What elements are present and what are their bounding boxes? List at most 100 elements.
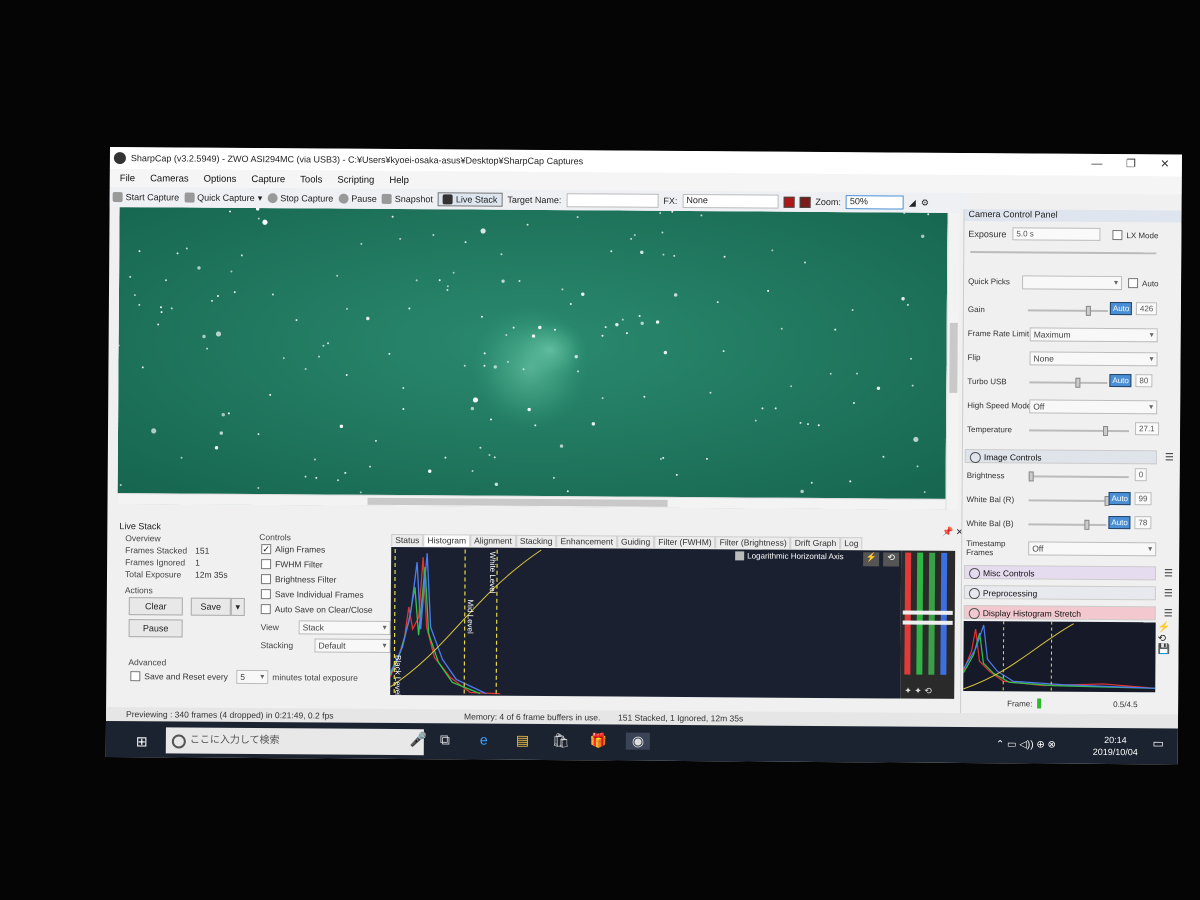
save-individual-check[interactable] [260, 589, 271, 600]
windows-start-icon[interactable]: ⊞ [136, 733, 148, 750]
menu-cameras[interactable]: Cameras [150, 173, 189, 184]
color-controls-icon[interactable]: ✦ ✦ ⟲ [904, 686, 932, 697]
tab-filter-brightness[interactable]: Filter (Brightness) [715, 536, 791, 549]
store-icon[interactable]: 🛍 [552, 732, 570, 749]
tab-stacking[interactable]: Stacking [515, 534, 557, 548]
image-controls-menu-icon[interactable]: ☰ [1165, 451, 1174, 465]
brightness-filter-check[interactable] [260, 574, 272, 585]
camera-preview-image[interactable] [117, 207, 948, 510]
white-bal-r-slider[interactable] [1028, 495, 1110, 506]
quick-picks-select[interactable] [1022, 275, 1123, 291]
flip-select[interactable]: None [1029, 351, 1158, 367]
tab-guiding[interactable]: Guiding [616, 535, 655, 548]
minimize-button[interactable]: — [1080, 156, 1114, 172]
pause-stack-button[interactable]: Pause [128, 619, 183, 638]
tab-alignment[interactable]: Alignment [470, 534, 516, 547]
tab-status[interactable]: Status [391, 533, 424, 547]
save-dropdown-icon[interactable]: ▾ [230, 597, 245, 616]
log-axis-checkbox[interactable]: Logarithmic Horizontal Axis [735, 551, 844, 561]
gain-slider[interactable] [1027, 305, 1108, 316]
image-controls-section[interactable]: Image Controls ☰ [964, 448, 1174, 465]
brightness-value[interactable]: 0 [1134, 468, 1148, 482]
quick-capture-dropdown-icon[interactable]: ▾ [258, 193, 263, 204]
gift-app-icon[interactable]: 🎁 [590, 732, 608, 749]
menu-help[interactable]: Help [389, 174, 409, 185]
quick-picks-auto-checkbox[interactable]: Auto [1128, 278, 1159, 289]
zoom-select[interactable]: 50% [845, 195, 904, 210]
display-histogram-tools-icon[interactable]: ⚡ ⟲ 💾 [1157, 622, 1170, 655]
view-select[interactable]: Stack [298, 620, 391, 635]
quick-capture-button[interactable]: Quick Capture ▾ [184, 192, 262, 204]
snapshot-button[interactable]: Snapshot [381, 193, 433, 204]
tab-drift-graph[interactable]: Drift Graph [790, 536, 841, 550]
white-bal-b-auto-button[interactable]: Auto [1108, 515, 1131, 530]
live-stack-close-icon[interactable]: 📌 ✕ [942, 527, 963, 538]
fx-select[interactable]: None [682, 193, 779, 209]
live-stack-button[interactable]: Live Stack [437, 192, 503, 207]
maximize-button[interactable]: ❐ [1114, 156, 1148, 172]
align-frames-check[interactable]: ✓ [261, 544, 272, 555]
stop-capture-button[interactable]: Stop Capture [267, 193, 333, 204]
menu-capture[interactable]: Capture [251, 173, 285, 184]
microphone-icon[interactable]: 🎤 [410, 731, 428, 748]
brightness-slider[interactable] [1028, 471, 1129, 482]
frame-rate-select[interactable]: Maximum [1029, 327, 1158, 343]
edge-icon[interactable]: e [480, 732, 488, 748]
save-reset-check[interactable] [130, 671, 141, 682]
save-button[interactable]: Save [190, 597, 231, 616]
file-explorer-icon[interactable]: ▤ [516, 732, 529, 749]
reset-icon[interactable]: ⟲ [883, 552, 900, 567]
save-reset-stepper[interactable]: 5 [236, 669, 269, 685]
taskbar-clock[interactable]: 20:14 2019/10/04 [1093, 734, 1138, 758]
vscroll-thumb[interactable] [949, 322, 958, 393]
stacking-select[interactable]: Default [314, 638, 391, 653]
gain-value[interactable]: 426 [1135, 302, 1158, 316]
menu-file[interactable]: File [120, 173, 135, 184]
settings-icon[interactable]: ⚙ [921, 197, 929, 208]
gain-auto-button[interactable]: Auto [1109, 301, 1133, 316]
start-capture-button[interactable]: Start Capture [112, 192, 179, 202]
tab-filter-fwhm[interactable]: Filter (FWHM) [654, 535, 716, 549]
target-name-input[interactable] [566, 193, 659, 208]
misc-controls-section[interactable]: Misc Controls ☰ [964, 564, 1173, 581]
display-histogram-menu-icon[interactable]: ☰ [1164, 607, 1173, 621]
white-bal-r-auto-button[interactable]: Auto [1108, 491, 1132, 506]
exposure-input[interactable]: 5.0 s [1012, 227, 1101, 241]
preprocessing-section[interactable]: Preprocessing ☰ [963, 584, 1173, 601]
taskbar-search-box[interactable]: ここに入力して検索 [165, 727, 424, 756]
align-frames-checkbox[interactable]: ✓ Align Frames [261, 544, 325, 555]
system-tray-icons[interactable]: ⌃ ▭ ◁)) ⊕ ⊗ [996, 739, 1056, 750]
task-view-icon[interactable]: ⧉ [440, 731, 450, 748]
crosshair-icon[interactable] [799, 196, 811, 208]
menu-tools[interactable]: Tools [300, 174, 322, 185]
quick-picks-auto-check[interactable] [1128, 278, 1139, 289]
misc-controls-menu-icon[interactable]: ☰ [1164, 567, 1173, 581]
auto-stretch-icon[interactable]: ⚡ [863, 552, 880, 567]
exposure-slider[interactable] [970, 251, 1157, 255]
clear-button[interactable]: Clear [128, 597, 183, 616]
white-bal-b-value[interactable]: 78 [1134, 516, 1152, 530]
fwhm-filter-checkbox[interactable]: FWHM Filter [261, 559, 323, 569]
turbo-usb-value[interactable]: 80 [1135, 374, 1153, 388]
lx-mode-checkbox[interactable]: LX Mode [1112, 230, 1158, 241]
auto-save-check[interactable] [260, 604, 271, 615]
close-button[interactable]: ✕ [1148, 156, 1182, 172]
tab-log[interactable]: Log [840, 537, 863, 550]
display-histogram-section[interactable]: Display Histogram Stretch ☰ [963, 604, 1173, 621]
fwhm-filter-check[interactable] [261, 559, 272, 570]
turbo-usb-auto-button[interactable]: Auto [1109, 373, 1132, 388]
save-reset-checkbox[interactable]: Save and Reset every [130, 671, 228, 682]
log-axis-check[interactable] [735, 551, 745, 561]
histogram-icon[interactable]: ◢ [909, 197, 916, 208]
live-stack-histogram[interactable]: Black Level Mid Level White Level Logari… [390, 546, 902, 699]
color-balance-sliders[interactable]: ✦ ✦ ⟲ [900, 550, 956, 699]
brightness-filter-checkbox[interactable]: Brightness Filter [260, 574, 336, 585]
display-histogram-plot[interactable] [963, 620, 1156, 693]
save-individual-checkbox[interactable]: Save Individual Frames [260, 589, 364, 600]
high-speed-select[interactable]: Off [1029, 399, 1158, 415]
timestamp-select[interactable]: Off [1028, 541, 1157, 557]
sharpcap-taskbar-icon[interactable]: ◉ [625, 732, 651, 750]
tab-histogram[interactable]: Histogram [423, 534, 471, 547]
hscroll-thumb[interactable] [367, 497, 668, 507]
red-box-icon[interactable] [783, 196, 795, 208]
